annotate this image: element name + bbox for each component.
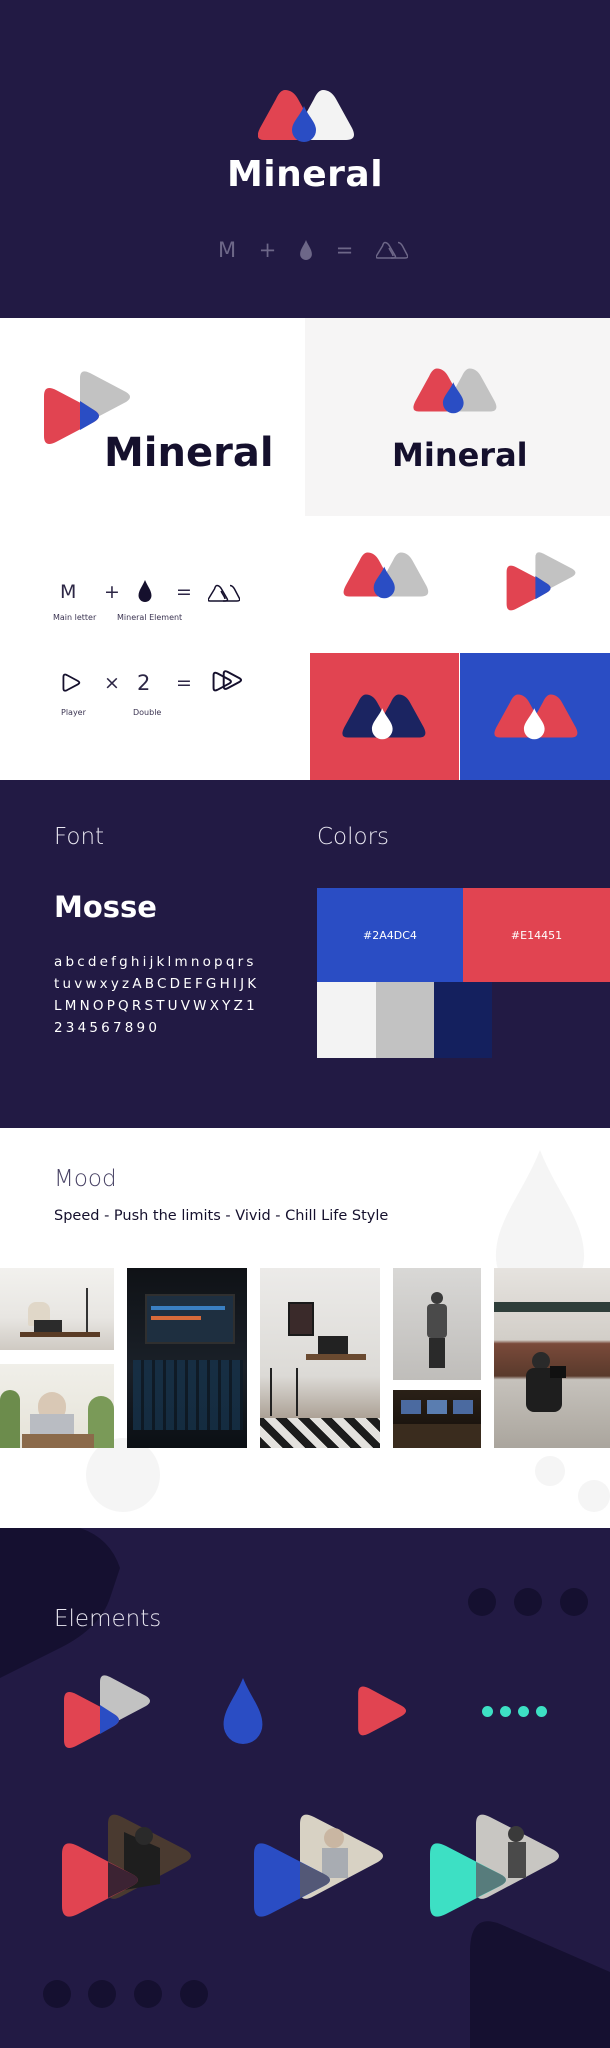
hero-section: Mineral M + = bbox=[0, 0, 610, 318]
label-player: Player bbox=[61, 708, 86, 717]
red-logo-tile bbox=[310, 653, 459, 780]
photo-photographer bbox=[494, 1268, 610, 1448]
alphabet-line-1: abcdefghijklmnopqrs bbox=[54, 954, 257, 970]
dark-dot bbox=[468, 1588, 496, 1616]
circle-watermark bbox=[578, 1480, 610, 1512]
equals-sign: = bbox=[335, 238, 354, 262]
photo-laptop-plants bbox=[0, 1364, 114, 1448]
wordmark-small: Mineral bbox=[392, 436, 528, 474]
label-double: Double bbox=[133, 708, 162, 717]
alphabet-line-2: tuvwxyzABCDEFGHIJK bbox=[54, 976, 260, 992]
logo-play-icon bbox=[64, 1675, 150, 1748]
dark-dot bbox=[134, 1980, 162, 2008]
number-two: 2 bbox=[137, 671, 151, 695]
dark-dot bbox=[180, 1980, 208, 2008]
drop-icon bbox=[138, 580, 152, 602]
mood-heading: Mood bbox=[54, 1166, 117, 1192]
wordmark-large: Mineral bbox=[104, 430, 274, 476]
dark-dot bbox=[560, 1588, 588, 1616]
light-panel bbox=[305, 318, 610, 516]
plus-sign: + bbox=[104, 581, 120, 603]
equals-sign: = bbox=[176, 581, 192, 603]
dark-play-watermark-icon bbox=[470, 1921, 610, 2048]
photo-editing-keyboard bbox=[127, 1268, 247, 1448]
teal-dot bbox=[500, 1706, 511, 1717]
swatch-red-hex: #E14451 bbox=[510, 928, 563, 942]
logo-play-icon bbox=[506, 552, 576, 611]
photo-person-stairs bbox=[393, 1268, 481, 1380]
drop-icon bbox=[300, 240, 312, 260]
drop-icon bbox=[223, 1678, 263, 1744]
logo-outline-icon bbox=[208, 584, 240, 602]
letter-m: M bbox=[218, 238, 237, 262]
photo-office-desk bbox=[0, 1268, 114, 1350]
mineral-logo-icon bbox=[413, 368, 497, 414]
mineral-logo-icon bbox=[343, 552, 429, 599]
blue-logo-tile bbox=[460, 653, 610, 780]
swatch-red: #E14451 bbox=[463, 888, 610, 982]
brand-formula: M + = bbox=[218, 235, 408, 265]
play-outline-icon bbox=[62, 673, 81, 692]
circle-watermark bbox=[86, 1438, 160, 1512]
logo-outline-icon bbox=[375, 241, 408, 259]
mineral-logo-icon bbox=[342, 694, 426, 740]
dark-dot bbox=[514, 1588, 542, 1616]
teal-dot bbox=[482, 1706, 493, 1717]
elements-heading: Elements bbox=[54, 1606, 162, 1632]
swatch-blue-hex: #2A4DC4 bbox=[363, 928, 417, 942]
play-icon bbox=[358, 1686, 407, 1736]
swatch-light-gray bbox=[317, 982, 376, 1058]
plus-sign: + bbox=[258, 238, 277, 262]
alphabet-line-3: LMNOPQRSTUVWXYZ1 bbox=[54, 998, 258, 1014]
circle-watermark bbox=[535, 1456, 565, 1486]
brand-title: Mineral bbox=[226, 154, 384, 195]
swatch-blue: #2A4DC4 bbox=[317, 888, 463, 982]
dark-dot bbox=[43, 1980, 71, 2008]
times-sign: × bbox=[104, 672, 120, 694]
elements-section: Elements bbox=[0, 1528, 610, 2048]
alphabet-line-4: 234567890 bbox=[54, 1020, 161, 1036]
mineral-logo-icon bbox=[258, 90, 354, 142]
label-main-letter: Main letter bbox=[53, 613, 97, 622]
font-name: Mosse bbox=[54, 890, 157, 924]
photo-play-combo-teal bbox=[430, 1814, 559, 1917]
swatch-navy bbox=[434, 982, 492, 1058]
photo-studio-room bbox=[260, 1268, 380, 1448]
teal-dot bbox=[518, 1706, 529, 1717]
font-heading: Font bbox=[54, 824, 105, 850]
label-mineral-element: Mineral Element bbox=[117, 613, 183, 622]
photo-play-combo-red bbox=[62, 1814, 191, 1917]
photo-control-room bbox=[393, 1390, 481, 1448]
double-play-outline-icon bbox=[212, 670, 243, 692]
letter-m: M bbox=[60, 581, 77, 603]
mood-section: Mood Speed - Push the limits - Vivid - C… bbox=[0, 1128, 610, 1528]
mineral-logo-icon bbox=[494, 694, 578, 740]
swatch-gray bbox=[376, 982, 434, 1058]
equals-sign: = bbox=[176, 672, 192, 694]
logo-variations-section: Mineral Mineral M + = Main letter Minera… bbox=[0, 318, 610, 780]
colors-heading: Colors bbox=[317, 824, 390, 850]
font-colors-section: Font Colors Mosse abcdefghijklmnopqrs tu… bbox=[0, 780, 610, 1128]
photo-play-combo-blue bbox=[254, 1814, 383, 1917]
teal-dot bbox=[536, 1706, 547, 1717]
mood-tagline: Speed - Push the limits - Vivid - Chill … bbox=[54, 1208, 389, 1224]
dark-dot bbox=[88, 1980, 116, 2008]
